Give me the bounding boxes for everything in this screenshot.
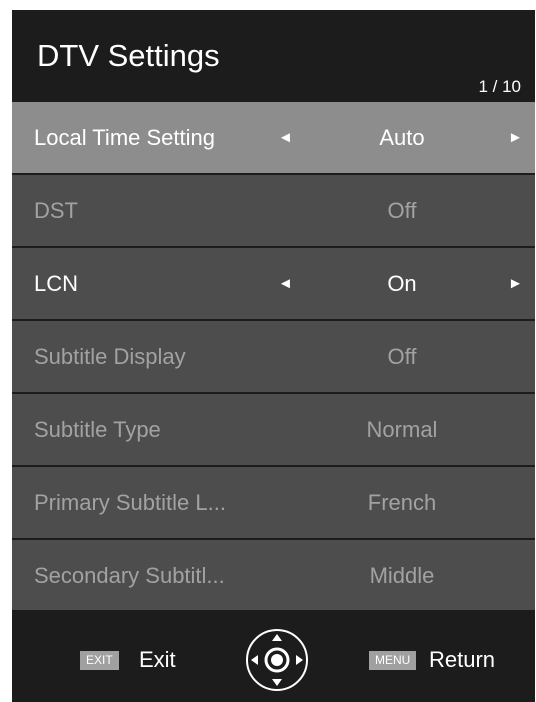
setting-value: Off: [387, 344, 417, 369]
setting-label: Secondary Subtitl...: [34, 563, 225, 588]
menu-key-badge: MENU: [369, 651, 417, 670]
arrow-right-icon[interactable]: ►: [508, 102, 523, 173]
setting-row-secondary-subtitle-language: Secondary Subtitl... Middle: [12, 540, 535, 611]
setting-row-primary-subtitle-language: Primary Subtitle L... French: [12, 467, 535, 538]
setting-value: Off: [387, 198, 417, 223]
setting-value: Middle: [369, 563, 435, 588]
setting-row-lcn[interactable]: LCN ◄ On ►: [12, 248, 535, 319]
setting-label: Subtitle Display: [34, 344, 186, 369]
setting-value: Normal: [366, 417, 438, 442]
return-label: Return: [429, 647, 496, 672]
setting-value: French: [367, 490, 437, 515]
setting-row-dst: DST Off: [12, 175, 535, 246]
arrow-right-icon[interactable]: ►: [508, 248, 523, 319]
header: DTV Settings 1 / 10: [12, 10, 535, 102]
footer-hints: EXIT Exit MENU Return: [12, 610, 535, 702]
setting-label: LCN: [34, 271, 79, 296]
setting-row-subtitle-type: Subtitle Type Normal: [12, 394, 535, 465]
dtv-settings-panel: DTV Settings 1 / 10 Local Time Setting ◄…: [12, 10, 535, 702]
setting-label: Local Time Setting: [34, 125, 215, 150]
setting-label: Subtitle Type: [34, 417, 161, 442]
arrow-left-icon[interactable]: ◄: [278, 248, 293, 319]
exit-label: Exit: [139, 647, 176, 672]
setting-label: DST: [34, 198, 78, 223]
page-indicator: 1 / 10: [478, 77, 521, 96]
setting-label: Primary Subtitle L...: [34, 490, 226, 515]
exit-key-badge: EXIT: [80, 651, 119, 670]
setting-row-subtitle-display: Subtitle Display Off: [12, 321, 535, 392]
page-title: DTV Settings: [37, 38, 220, 73]
setting-value: Auto: [379, 125, 425, 150]
setting-row-local-time[interactable]: Local Time Setting ◄ Auto ►: [12, 102, 535, 173]
arrow-left-icon[interactable]: ◄: [278, 102, 293, 173]
dpad-icon: [246, 629, 308, 691]
setting-value: On: [387, 271, 417, 296]
